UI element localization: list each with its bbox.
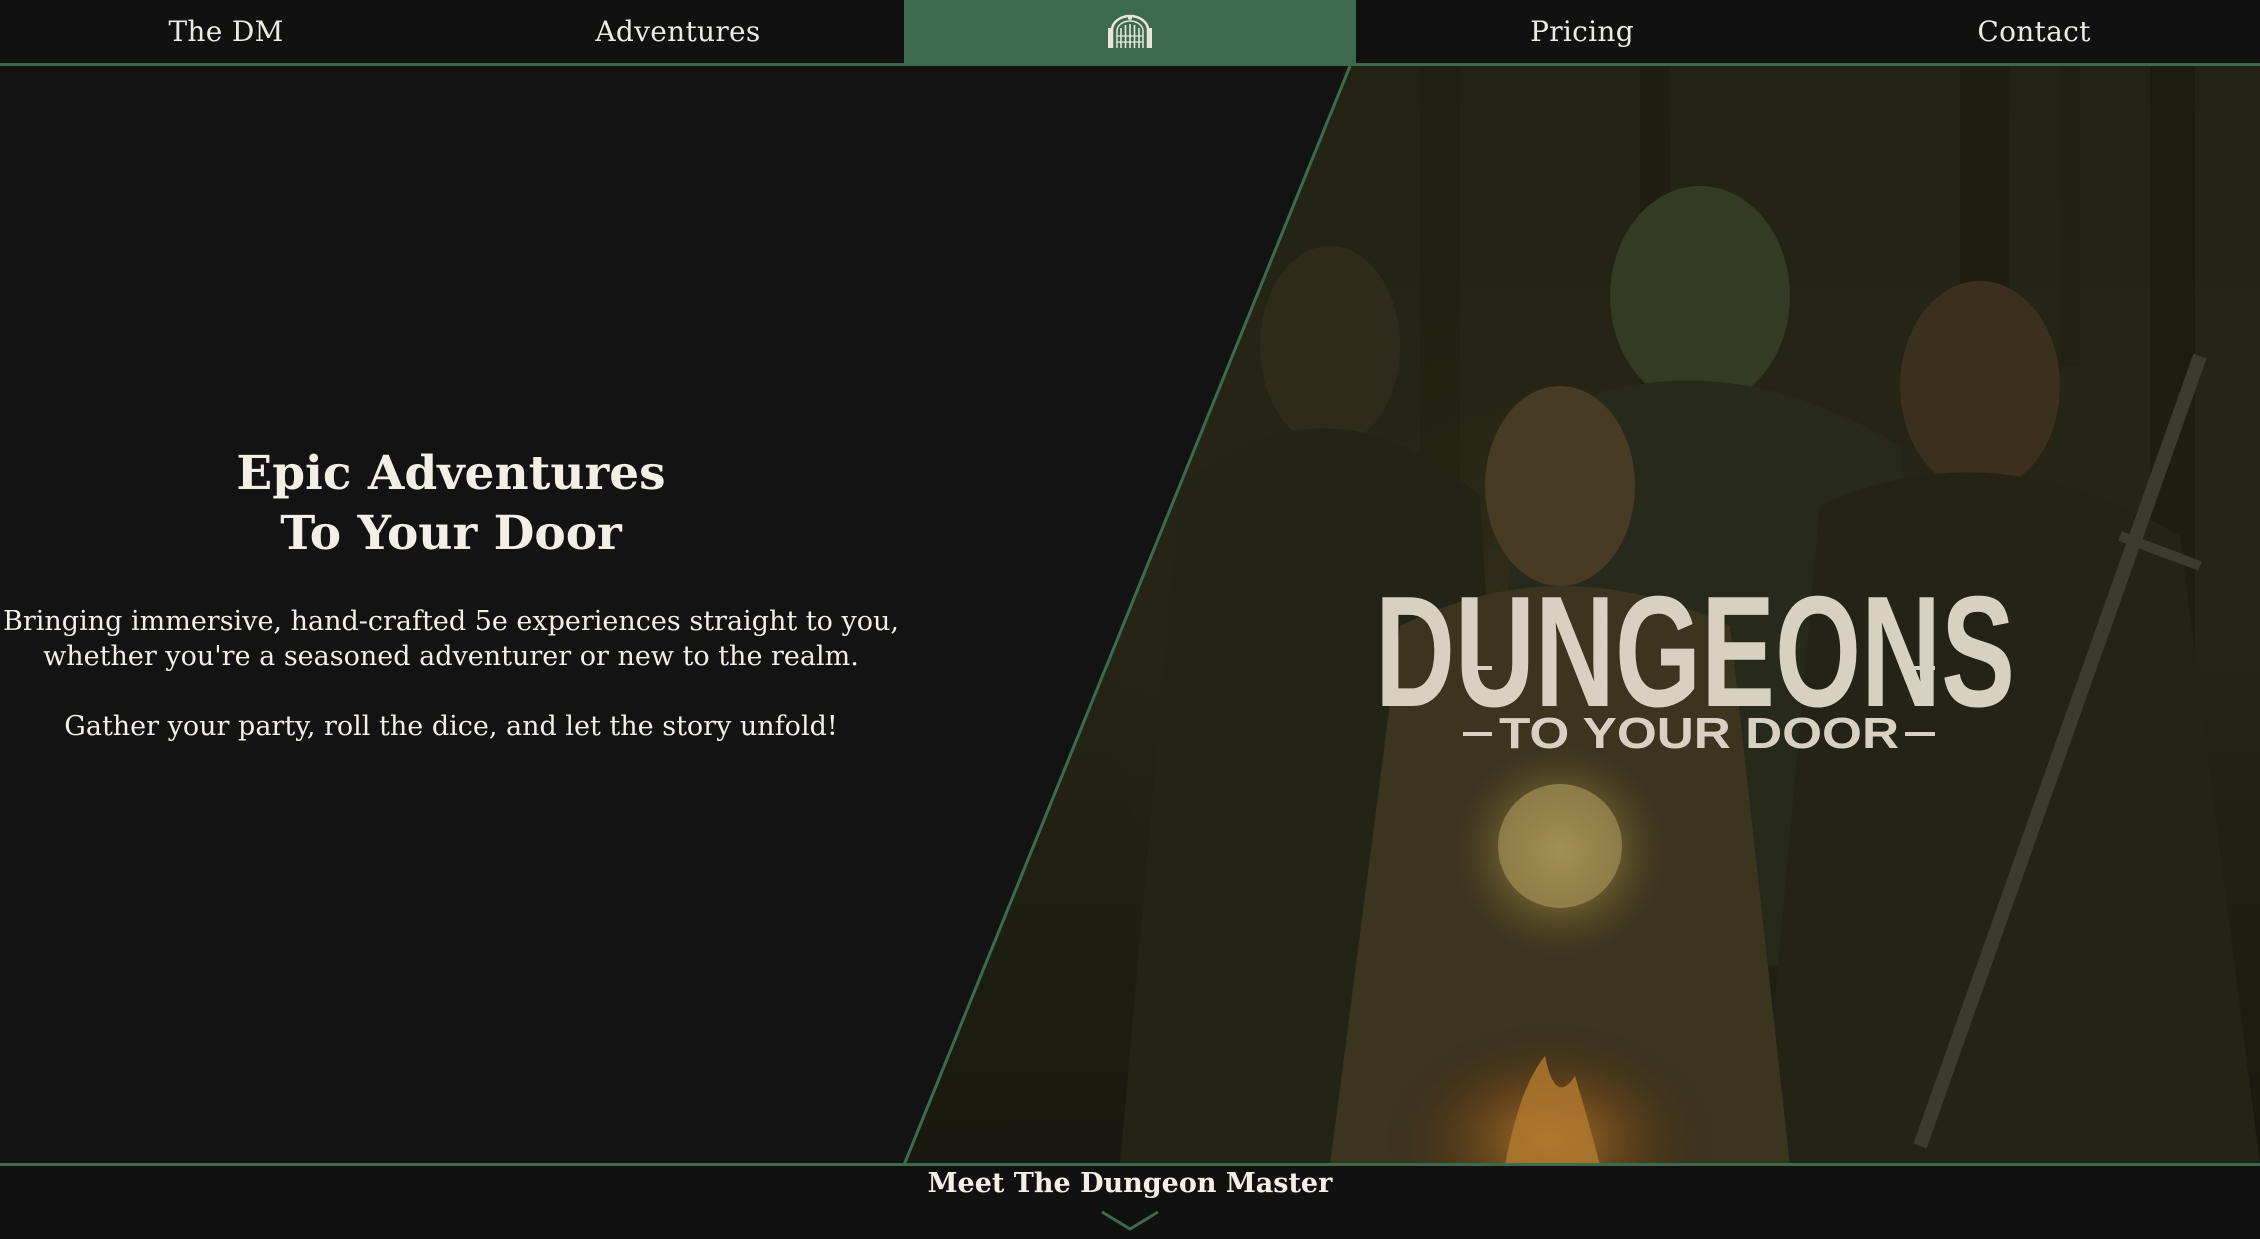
nav-item-label: The DM (168, 15, 284, 48)
hero-section: DUNGEONS TO YOUR DOOR Epic Adventures To… (0, 66, 2260, 1165)
top-navigation: The DM Adventures Pricing Contact (0, 0, 2260, 66)
nav-item-the-dm[interactable]: The DM (0, 0, 452, 63)
gate-icon (1106, 14, 1154, 50)
nav-item-adventures[interactable]: Adventures (452, 0, 904, 63)
hero-cta-text: Gather your party, roll the dice, and le… (64, 711, 838, 742)
hero-title: Epic Adventures To Your Door (0, 444, 902, 564)
hero-copy: Epic Adventures To Your Door Bringing im… (0, 444, 902, 744)
chevron-down-icon[interactable] (1100, 1210, 1160, 1236)
hero-title-line: Epic Adventures (236, 446, 666, 501)
hero-description-line: whether you're a seasoned adventurer or … (43, 641, 859, 672)
nav-item-pricing[interactable]: Pricing (1356, 0, 1808, 63)
hero-description-line: Bringing immersive, hand-crafted 5e expe… (3, 606, 899, 637)
hero-title-line: To Your Door (280, 506, 622, 561)
bottom-bar: Meet The Dungeon Master (0, 1163, 2260, 1239)
nav-item-contact[interactable]: Contact (1808, 0, 2260, 63)
nav-home-logo[interactable] (904, 0, 1356, 63)
nav-item-label: Contact (1977, 15, 2091, 48)
nav-item-label: Adventures (595, 15, 761, 48)
meet-dungeon-master-link[interactable]: Meet The Dungeon Master (928, 1166, 1333, 1202)
dungeons-logo-tagline: TO YOUR DOOR (1499, 709, 1899, 758)
nav-item-label: Pricing (1530, 15, 1634, 48)
hero-description: Bringing immersive, hand-crafted 5e expe… (0, 604, 902, 674)
